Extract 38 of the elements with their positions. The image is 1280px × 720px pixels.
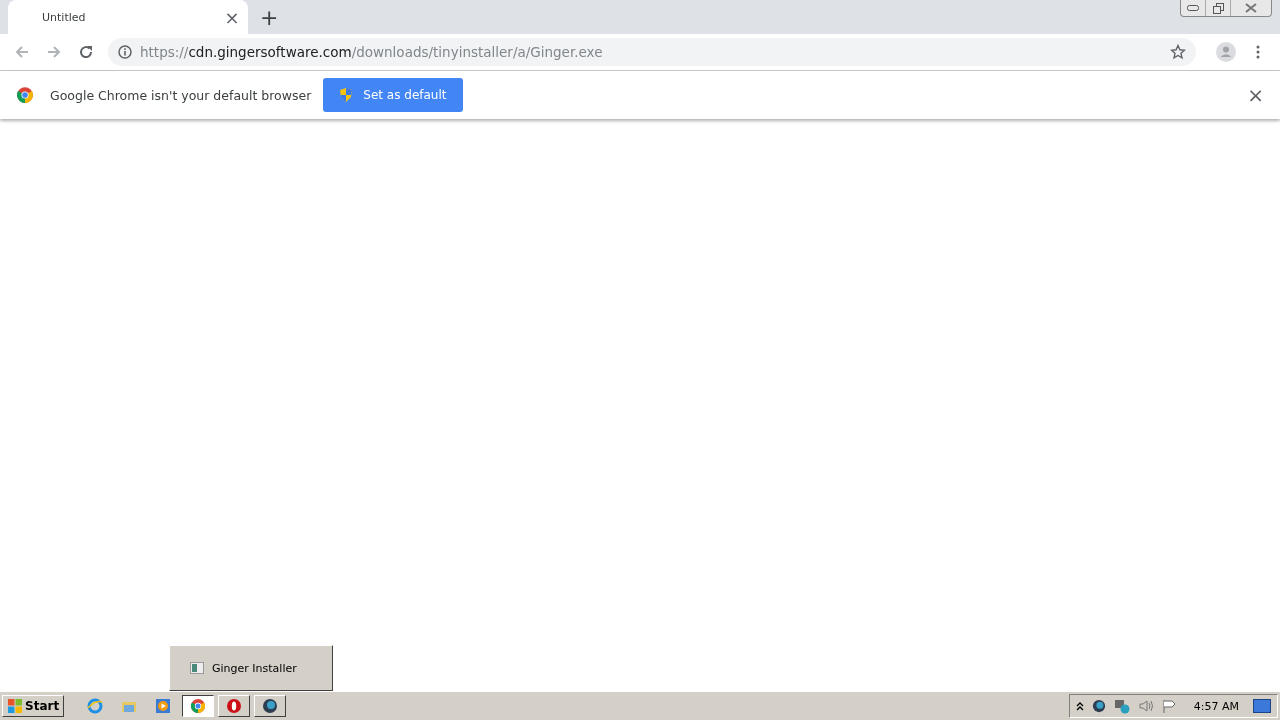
opera-icon: [226, 698, 243, 714]
taskbar-preview[interactable]: Ginger Installer: [169, 645, 333, 691]
start-button[interactable]: Start: [2, 695, 65, 717]
chevron-up-icon[interactable]: [1075, 701, 1084, 711]
close-icon: [1245, 3, 1257, 13]
forward-arrow-icon: [46, 44, 62, 60]
chrome-icon: [16, 86, 34, 104]
reload-icon: [78, 44, 94, 60]
taskbar-button[interactable]: [182, 695, 215, 717]
flag-icon[interactable]: [1161, 699, 1176, 713]
network-icon[interactable]: [1113, 698, 1130, 714]
browser-icon: [87, 698, 104, 714]
tab-title: Untitled: [42, 10, 86, 24]
set-default-button[interactable]: Set as default: [323, 78, 463, 112]
preview-title: Ginger Installer: [212, 661, 297, 675]
menu-icon: [1256, 45, 1260, 59]
media-player-icon: [155, 698, 172, 714]
speaker-icon[interactable]: [1137, 699, 1154, 713]
infobar-close-button[interactable]: ×: [1247, 83, 1264, 107]
minimize-icon: [1187, 5, 1199, 11]
infobar-message: Google Chrome isn't your default browser: [50, 87, 312, 103]
new-tab-button[interactable]: +: [260, 6, 279, 30]
address-bar[interactable]: https://cdn.gingersoftware.com/downloads/tinyinstaller/a/Ginger.exe: [108, 38, 1196, 66]
shield-icon: [339, 87, 354, 103]
info-icon: [118, 45, 132, 59]
chrome-icon: [190, 698, 207, 714]
back-arrow-icon: [14, 44, 30, 60]
url-text: https://cdn.gingersoftware.com/downloads/tinyinstaller/a/Ginger.exe: [140, 44, 604, 60]
window-icon: [190, 662, 204, 674]
clock[interactable]: 4:57 AM: [1193, 699, 1239, 713]
show-desktop-icon[interactable]: [1253, 699, 1271, 713]
avatar-icon: [1216, 42, 1236, 62]
globe-icon: [262, 698, 279, 714]
windows-logo-icon: [7, 698, 23, 714]
globe-icon[interactable]: [1091, 699, 1106, 713]
tab-close-button[interactable]: ×: [224, 6, 240, 28]
browser-tab[interactable]: Untitled ×: [8, 0, 248, 34]
star-icon[interactable]: [1170, 44, 1186, 60]
